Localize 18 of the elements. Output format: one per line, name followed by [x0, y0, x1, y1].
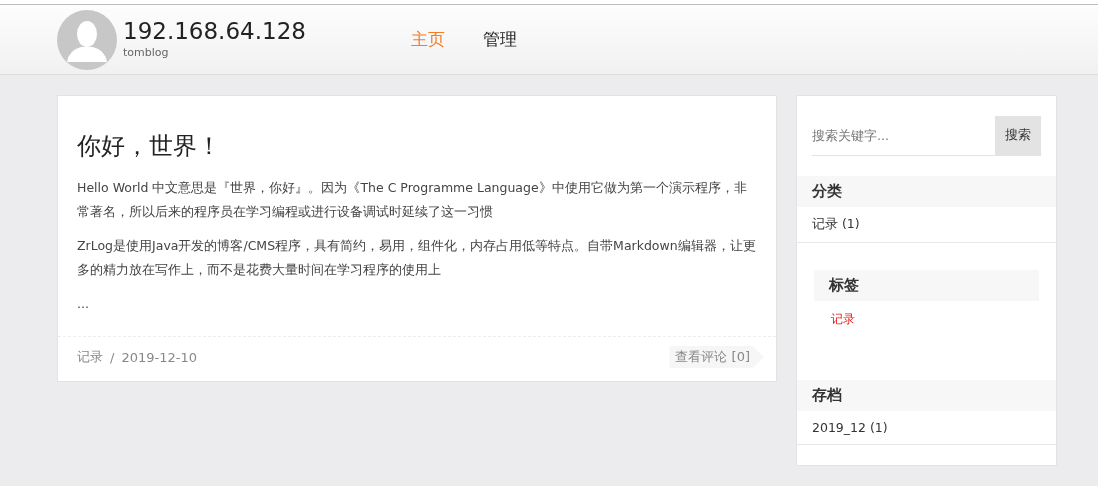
sidebar-link[interactable]: 记录 (1) [812, 216, 860, 231]
avatar-icon [57, 9, 117, 70]
section-heading: 分类 [797, 176, 1056, 207]
search-button[interactable]: 搜索 [995, 116, 1041, 155]
post-title[interactable]: 你好，世界！ [77, 130, 756, 162]
post-category[interactable]: 记录 [77, 348, 103, 366]
nav-link[interactable]: 管理 [482, 28, 517, 51]
post-paragraph: ZrLog是使用Java开发的博客/CMS程序，具有简约，易用，组件化，内存占用低等特点。自带Markdown编辑器，让更多的精力放在写作上，而不是花费大量时间在学习程序的使用上 [77, 237, 756, 279]
section-heading: 存档 [797, 380, 1056, 411]
sidebar-link[interactable]: 2019_12 (1) [812, 420, 888, 435]
tag-link[interactable]: 记录 [831, 312, 855, 326]
post-date: 2019-12-10 [121, 349, 197, 365]
post-paragraph: Hello World 中文意思是『世界，你好』。因为《The C Programme Language》中使用它做为第一个演示程序，非常著名，所以后来的程序员在学习编程或进行设备调试时延续了这一习惯 [77, 179, 748, 221]
section-heading: 标签 [814, 270, 1039, 301]
site-title[interactable]: 192.168.64.128 [123, 16, 306, 46]
separator: / [110, 349, 115, 365]
post-paragraph: ... [77, 295, 90, 313]
site-subtitle: tomblog [123, 46, 170, 59]
